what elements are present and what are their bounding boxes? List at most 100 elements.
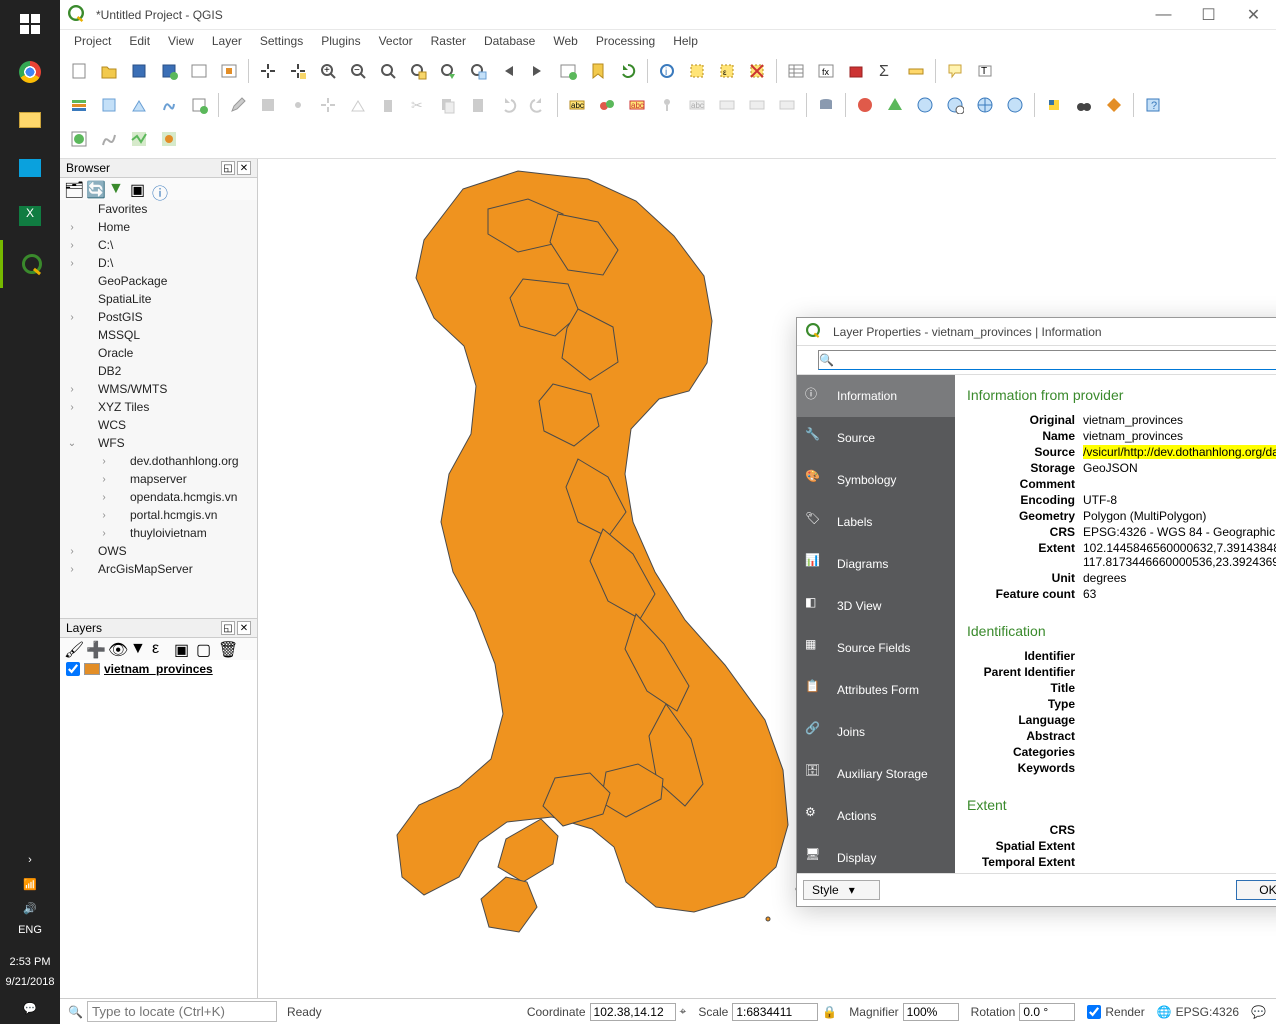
new-bookmark-button[interactable] — [584, 57, 612, 85]
browser-item[interactable]: SpatiaLite — [60, 290, 257, 308]
pin-labels-button[interactable] — [653, 91, 681, 119]
plugin-warning-icon[interactable] — [851, 91, 879, 119]
db-manager-button[interactable] — [812, 91, 840, 119]
style-manager-button[interactable] — [215, 57, 243, 85]
toggle-editing-button[interactable] — [224, 91, 252, 119]
scale-lock-icon[interactable]: 🔒 — [822, 1005, 837, 1019]
plugin-curve-icon[interactable] — [95, 125, 123, 153]
coord-input[interactable] — [590, 1003, 676, 1021]
tray-volume-icon[interactable]: 🔊 — [0, 896, 60, 920]
browser-refresh-icon[interactable]: 🔄 — [86, 180, 104, 198]
measure-button[interactable] — [902, 57, 930, 85]
zoom-layer-button[interactable] — [434, 57, 462, 85]
nav-item-joins[interactable]: 🔗Joins — [797, 711, 955, 753]
browser-item[interactable]: ›ArcGisMapServer — [60, 560, 257, 578]
nav-item-display[interactable]: 🖥Display — [797, 837, 955, 873]
rotation-input[interactable] — [1019, 1003, 1075, 1021]
style-dropdown[interactable]: Style ▾ — [803, 880, 880, 900]
save-edits-button[interactable] — [254, 91, 282, 119]
plugin-globe-edit-icon[interactable] — [1001, 91, 1029, 119]
magnifier-input[interactable] — [903, 1003, 959, 1021]
layout-manager-button[interactable] — [185, 57, 213, 85]
menu-edit[interactable]: Edit — [121, 32, 158, 50]
plugin-globe-search-icon[interactable] — [941, 91, 969, 119]
messages-icon[interactable]: 💬 — [1251, 1005, 1266, 1019]
menu-view[interactable]: View — [160, 32, 202, 50]
plugin-osm-button[interactable] — [65, 125, 93, 153]
nav-item-source-fields[interactable]: ▦Source Fields — [797, 627, 955, 669]
field-calc-button[interactable]: fx — [812, 57, 840, 85]
nav-item-3d-view[interactable]: ◧3D View — [797, 585, 955, 627]
browser-item[interactable]: ›XYZ Tiles — [60, 398, 257, 416]
menu-layer[interactable]: Layer — [204, 32, 250, 50]
taskbar-qgis-icon[interactable] — [0, 240, 60, 288]
taskbar-store-icon[interactable] — [0, 144, 60, 192]
layers-remove-icon[interactable]: 🗑 — [218, 640, 236, 658]
taskbar-excel-icon[interactable]: X — [0, 192, 60, 240]
browser-item[interactable]: ›thuyloivietnam — [60, 524, 257, 542]
undo-button[interactable] — [494, 91, 522, 119]
locator-input[interactable] — [87, 1001, 277, 1022]
deselect-all-button[interactable] — [743, 57, 771, 85]
menu-processing[interactable]: Processing — [588, 32, 663, 50]
plugin-globe-outline-icon[interactable] — [911, 91, 939, 119]
browser-tree[interactable]: Favorites›Home›C:\›D:\GeoPackageSpatiaLi… — [60, 200, 257, 618]
browser-close-button[interactable]: ✕ — [237, 161, 251, 175]
browser-item[interactable]: ›portal.hcmgis.vn — [60, 506, 257, 524]
scale-input[interactable] — [732, 1003, 818, 1021]
move-label-button[interactable] — [713, 91, 741, 119]
nav-item-auxiliary-storage[interactable]: 🗄Auxiliary Storage — [797, 753, 955, 795]
layers-list[interactable]: vietnam_provinces — [60, 660, 257, 998]
open-project-button[interactable] — [95, 57, 123, 85]
copy-button[interactable] — [434, 91, 462, 119]
browser-item[interactable]: DB2 — [60, 362, 257, 380]
pan-button[interactable] — [254, 57, 282, 85]
data-source-manager-button[interactable] — [65, 91, 93, 119]
save-project-button[interactable] — [125, 57, 153, 85]
browser-item[interactable]: GeoPackage — [60, 272, 257, 290]
taskbar-chrome-icon[interactable] — [0, 48, 60, 96]
crs-icon[interactable]: 🌐 — [1157, 1005, 1172, 1019]
label-button[interactable]: abc — [563, 91, 591, 119]
new-map-view-button[interactable] — [554, 57, 582, 85]
layers-add-group-icon[interactable]: ➕ — [86, 640, 104, 658]
delete-selected-button[interactable] — [374, 91, 402, 119]
open-attrtable-button[interactable] — [782, 57, 810, 85]
new-geopackage-button[interactable] — [95, 91, 123, 119]
browser-item[interactable]: WCS — [60, 416, 257, 434]
save-as-button[interactable] — [155, 57, 183, 85]
add-feature-button[interactable] — [284, 91, 312, 119]
redo-button[interactable] — [524, 91, 552, 119]
rotate-label-button[interactable] — [743, 91, 771, 119]
help-button[interactable]: ? — [1139, 91, 1167, 119]
plugin-diamond-icon[interactable] — [1100, 91, 1128, 119]
browser-item[interactable]: ›mapserver — [60, 470, 257, 488]
pan-to-selection-button[interactable] — [284, 57, 312, 85]
toolbox-button[interactable] — [842, 57, 870, 85]
dialog-search-input[interactable] — [818, 350, 1276, 370]
zoom-full-button[interactable] — [374, 57, 402, 85]
plugin-map1-icon[interactable] — [125, 125, 153, 153]
menu-plugins[interactable]: Plugins — [313, 32, 368, 50]
browser-item[interactable]: ›PostGIS — [60, 308, 257, 326]
paste-button[interactable] — [464, 91, 492, 119]
binoculars-icon[interactable] — [1070, 91, 1098, 119]
close-button[interactable]: ✕ — [1231, 0, 1276, 30]
tray-language[interactable]: ENG — [18, 920, 42, 940]
layers-style-icon[interactable]: 🖌 — [64, 640, 82, 658]
ok-button[interactable]: OK — [1236, 880, 1276, 900]
move-feature-button[interactable] — [314, 91, 342, 119]
refresh-button[interactable] — [614, 57, 642, 85]
vertex-tool-button[interactable] — [344, 91, 372, 119]
browser-item[interactable]: ›C:\ — [60, 236, 257, 254]
browser-item[interactable]: Favorites — [60, 200, 257, 218]
crs-label[interactable]: EPSG:4326 — [1176, 1005, 1239, 1019]
menu-web[interactable]: Web — [545, 32, 585, 50]
nav-item-source[interactable]: 🔧Source — [797, 417, 955, 459]
browser-item[interactable]: ›OWS — [60, 542, 257, 560]
menu-vector[interactable]: Vector — [371, 32, 421, 50]
annotation-button[interactable]: T — [971, 57, 999, 85]
browser-item[interactable]: ›opendata.hcmgis.vn — [60, 488, 257, 506]
zoom-next-button[interactable] — [524, 57, 552, 85]
browser-filter-icon[interactable]: ▼ — [108, 180, 126, 198]
